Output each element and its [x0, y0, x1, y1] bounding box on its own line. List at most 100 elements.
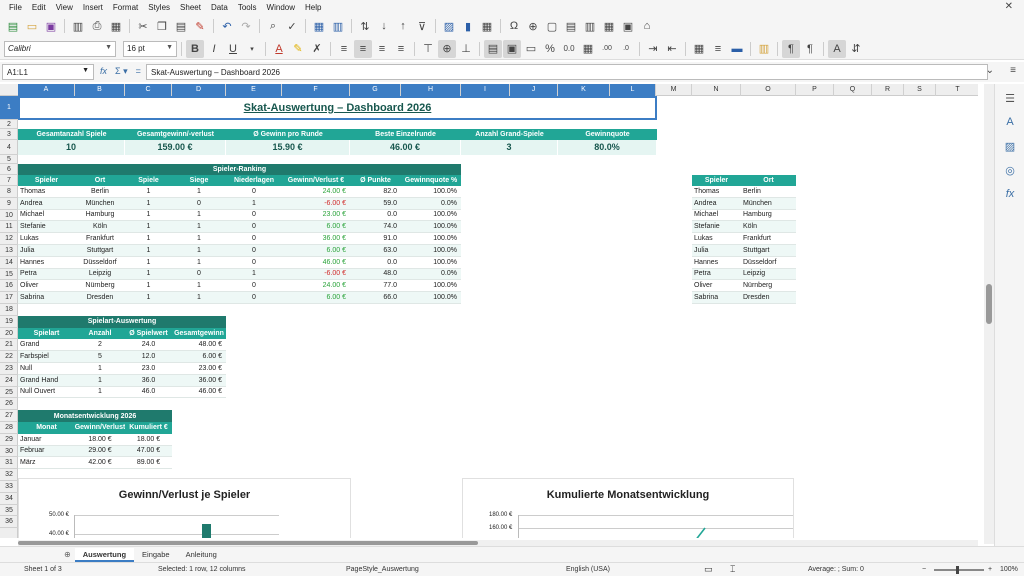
ranking-cell[interactable]: 66.0	[350, 292, 401, 304]
lookup-cell[interactable]: Oliver	[692, 280, 741, 293]
wrap-text-icon[interactable]: ▤	[484, 39, 502, 58]
center-vertically-icon[interactable]: ⊕	[438, 39, 456, 58]
ranking-cell[interactable]: 100.0%	[401, 256, 461, 269]
sort-icon[interactable]: ⇅	[356, 17, 374, 35]
hyperlink-icon[interactable]: ⊕	[524, 17, 542, 35]
add-decimal-icon[interactable]: .00	[598, 40, 616, 58]
ranking-cell[interactable]: 0.0	[350, 209, 401, 222]
equals-icon[interactable]: =	[136, 66, 141, 77]
lookup-cell[interactable]: Düsseldorf	[741, 256, 796, 269]
menu-item-format[interactable]: Format	[108, 3, 143, 12]
ranking-cell[interactable]: 1	[125, 280, 172, 293]
row-header-11[interactable]: 11	[0, 221, 18, 234]
spielart-cell[interactable]: 36.0	[125, 374, 172, 387]
monat-cell[interactable]: 18.00 €	[125, 433, 172, 446]
ranking-cell[interactable]: 1	[125, 197, 172, 210]
properties-icon[interactable]: ☰	[1003, 92, 1017, 106]
column-header-k[interactable]: K	[558, 84, 610, 96]
freeze-rows-columns-icon[interactable]: ▦	[600, 17, 618, 35]
row-header-28[interactable]: 28	[0, 422, 18, 434]
ranking-column-header[interactable]: Niederlagen	[226, 175, 282, 186]
ranking-cell[interactable]: Stuttgart	[75, 245, 125, 257]
save-icon[interactable]: ▣	[42, 17, 60, 35]
format-number-icon[interactable]: 0.0	[560, 40, 578, 58]
ranking-cell[interactable]: Leipzig	[75, 268, 125, 281]
language[interactable]: English (USA)	[566, 566, 610, 573]
ranking-cell[interactable]: 1	[172, 233, 226, 245]
column-header-d[interactable]: D	[172, 84, 226, 96]
spielart-cell[interactable]: 2	[75, 339, 125, 352]
row-header-18[interactable]: 18	[0, 304, 18, 316]
row-header-3[interactable]: 3	[0, 129, 18, 140]
bold-icon[interactable]: B	[186, 39, 204, 58]
copy-icon[interactable]: ❐	[153, 17, 171, 35]
format-percent-icon[interactable]: %	[541, 40, 559, 58]
kpi-label[interactable]: Gesamtgewinn/-verlust	[125, 129, 226, 140]
row-header-25[interactable]: 25	[0, 387, 18, 399]
lookup-cell[interactable]: Frankfurt	[741, 233, 796, 245]
justify-icon[interactable]: ≡	[392, 40, 410, 58]
gallery-icon[interactable]: ▨	[1003, 140, 1017, 154]
format-date-icon[interactable]: ▦	[579, 40, 597, 58]
ranking-cell[interactable]: Sabrina	[18, 292, 75, 304]
align-left-icon[interactable]: ≡	[335, 40, 353, 58]
spelling-icon[interactable]: ✓	[283, 17, 301, 35]
ranking-cell[interactable]: -6.00 €	[282, 268, 350, 281]
increase-indent-icon[interactable]: ⇥	[644, 40, 662, 58]
row-header-12[interactable]: 12	[0, 233, 18, 245]
monat-column-header[interactable]: Gewinn/Verlust	[75, 422, 125, 434]
ranking-cell[interactable]: 1	[125, 268, 172, 281]
spielart-cell[interactable]: Grand	[18, 339, 75, 352]
vertical-text-icon[interactable]: A	[828, 39, 846, 58]
ranking-cell[interactable]: 6.00 €	[282, 245, 350, 257]
italic-icon[interactable]: I	[205, 40, 223, 58]
ranking-cell[interactable]: 0	[226, 292, 282, 304]
print-icon[interactable]: ⎙	[88, 17, 106, 35]
ranking-cell[interactable]: Hannes	[18, 256, 75, 269]
align-right-icon[interactable]: ≡	[373, 40, 391, 58]
sort-ascending-icon[interactable]: ↓	[375, 17, 393, 35]
row-icon[interactable]: ▦	[310, 17, 328, 35]
row-header-13[interactable]: 13	[0, 245, 18, 257]
lookup-cell[interactable]: Leipzig	[741, 268, 796, 281]
ranking-cell[interactable]: -6.00 €	[282, 197, 350, 210]
sum-summary[interactable]: Average: ; Sum: 0	[808, 566, 864, 573]
ranking-cell[interactable]: 100.0%	[401, 233, 461, 245]
ranking-column-header[interactable]: Spiele	[125, 175, 172, 186]
align-center-icon[interactable]: ≡	[354, 39, 372, 58]
kpi-value[interactable]: 80.0%	[558, 140, 657, 155]
spielart-cell[interactable]: 48.00 €	[172, 339, 226, 352]
ranking-cell[interactable]: 0	[226, 233, 282, 245]
number-format-icon[interactable]: ▭	[522, 40, 540, 58]
cut-icon[interactable]: ✂	[134, 17, 152, 35]
ranking-cell[interactable]: 1	[125, 292, 172, 304]
lookup-cell[interactable]: Stefanie	[692, 221, 741, 234]
conditional-format-icon[interactable]: ▥	[755, 40, 773, 58]
borders-icon[interactable]: ▦	[690, 40, 708, 58]
highlighting-color-icon[interactable]: ✎	[289, 40, 307, 58]
insert-image-icon[interactable]: ▨	[440, 17, 458, 35]
ranking-cell[interactable]: 0	[226, 245, 282, 257]
zoom-slider[interactable]	[934, 569, 984, 571]
monat-cell[interactable]: 18.00 €	[75, 433, 125, 446]
ranking-cell[interactable]: 63.0	[350, 245, 401, 257]
spielart-cell[interactable]: 23.00 €	[172, 363, 226, 375]
ranking-cell[interactable]: 23.00 €	[282, 209, 350, 222]
column-header-j[interactable]: J	[510, 84, 558, 96]
row-header-16[interactable]: 16	[0, 280, 18, 293]
spreadsheet-grid[interactable]: ABCDEFGHIJKLMNOPQRST 1 2 3 4 5 6 7 8 9 10 11 12 13 14…	[0, 84, 978, 538]
lookup-cell[interactable]: Thomas	[692, 186, 741, 198]
ranking-cell[interactable]: Nürnberg	[75, 280, 125, 293]
ranking-cell[interactable]: 0	[226, 186, 282, 198]
ranking-cell[interactable]: 0	[172, 268, 226, 281]
border-style-icon[interactable]: ≡	[709, 40, 727, 58]
column-header-s[interactable]: S	[904, 84, 936, 96]
row-header-26[interactable]: 26	[0, 398, 18, 411]
ranking-cell[interactable]: 36.00 €	[282, 233, 350, 245]
ranking-cell[interactable]: 59.0	[350, 197, 401, 210]
monat-column-header[interactable]: Monat	[18, 422, 75, 434]
ranking-cell[interactable]: 100.0%	[401, 186, 461, 198]
kpi-value[interactable]: 46.00 €	[350, 140, 461, 155]
kpi-value[interactable]: 159.00 €	[125, 140, 226, 155]
spielart-cell[interactable]: 1	[75, 363, 125, 375]
